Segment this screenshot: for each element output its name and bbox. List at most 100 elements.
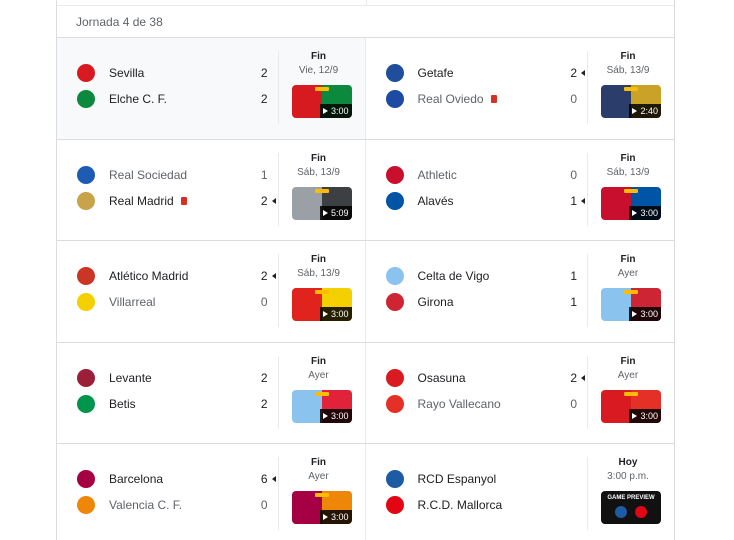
home-team[interactable]: RCD Espanyol <box>385 469 586 489</box>
match-card[interactable]: Celta de Vigo Girona 1 1 Fin Ayer 3:00 <box>366 241 675 342</box>
real-madrid-crest-icon <box>77 191 95 210</box>
status-label: Fin <box>620 152 636 164</box>
match-row: Real Sociedad Real Madrid 1 2 Fin Sáb, 1… <box>57 139 675 241</box>
video-thumbnail[interactable]: 3:00 <box>601 389 661 423</box>
score-divider <box>277 254 279 327</box>
match-status: Fin Sáb, 13/9 <box>590 51 666 77</box>
video-duration: 3:00 <box>319 408 352 423</box>
celta-crest-icon <box>385 267 404 285</box>
winner-indicator-icon <box>271 476 276 482</box>
away-team[interactable]: Villarreal <box>77 292 277 312</box>
away-team[interactable]: Rayo Vallecano <box>385 394 586 414</box>
match-card[interactable]: Sevilla Elche C. F. 2 2 Fin Vie, 12/9 3:… <box>57 38 366 139</box>
play-icon <box>322 514 328 520</box>
match-status: Fin Sáb, 13/9 <box>590 153 666 179</box>
match-date: Ayer <box>308 369 329 381</box>
match-date: Ayer <box>617 268 639 279</box>
highlights-tag <box>314 391 329 396</box>
score-divider <box>277 152 279 226</box>
home-team[interactable]: Atlético Madrid <box>77 266 277 286</box>
home-team[interactable]: Real Sociedad <box>77 165 277 185</box>
osasuna-crest-icon <box>385 368 404 387</box>
video-thumbnail[interactable]: GAME PREVIEW <box>601 491 661 524</box>
away-team-name: Valencia C. F. <box>109 498 183 512</box>
match-row: Atlético Madrid Villarreal 2 0 Fin Sáb, … <box>57 241 674 343</box>
away-team-name: Villarreal <box>109 295 156 309</box>
score-divider <box>587 152 588 226</box>
match-card[interactable]: Getafe Real Oviedo 2 0 Fin Sáb, 13/9 2:4… <box>366 38 675 139</box>
score-divider <box>277 51 279 124</box>
home-team[interactable]: Levante <box>77 368 277 388</box>
away-team[interactable]: Alavés <box>385 191 586 211</box>
highlights-tag <box>624 87 638 91</box>
atletico-crest-icon <box>77 267 95 285</box>
play-icon <box>632 209 638 216</box>
match-card[interactable]: Barcelona Valencia C. F. 6 0 Fin Ayer 3:… <box>57 444 366 540</box>
video-thumbnail[interactable]: 3:00 <box>291 288 352 321</box>
home-team-name: Barcelona <box>109 472 164 486</box>
home-team[interactable]: Barcelona <box>77 469 277 489</box>
away-score: 2 <box>260 193 268 208</box>
girona-crest-icon <box>385 293 404 311</box>
match-card[interactable]: Athletic Alavés 0 1 Fin Sáb, 13/9 3:00 <box>366 140 675 241</box>
video-duration: 5:09 <box>319 205 352 220</box>
video-duration: 3:00 <box>629 408 661 423</box>
getafe-crest-icon <box>385 64 404 82</box>
away-team[interactable]: Real Oviedo <box>385 89 586 109</box>
video-thumbnail[interactable]: 3:00 <box>291 85 352 118</box>
red-card-icon <box>490 95 497 103</box>
play-icon <box>322 311 328 317</box>
away-team[interactable]: Elche C. F. <box>77 89 277 109</box>
home-score: 6 <box>260 472 268 486</box>
away-score: 0 <box>260 295 268 309</box>
match-card[interactable]: Atlético Madrid Villarreal 2 0 Fin Sáb, … <box>57 241 366 342</box>
duration-label: 3:00 <box>330 106 349 116</box>
winner-indicator-icon <box>581 197 585 204</box>
away-team-name: R.C.D. Mallorca <box>417 498 503 512</box>
match-card[interactable]: RCD Espanyol R.C.D. Mallorca Hoy 3:00 p.… <box>366 444 675 540</box>
home-team-name: RCD Espanyol <box>417 472 497 486</box>
away-team[interactable]: R.C.D. Mallorca <box>385 495 586 515</box>
video-duration: 3:00 <box>319 307 352 321</box>
winner-indicator-icon <box>271 197 276 204</box>
video-thumbnail[interactable]: 5:09 <box>291 186 352 220</box>
home-team[interactable]: Sevilla <box>77 63 277 83</box>
status-label: Fin <box>620 355 636 367</box>
play-icon <box>632 108 638 114</box>
video-thumbnail[interactable]: 3:00 <box>601 186 661 220</box>
match-card[interactable]: Real Sociedad Real Madrid 1 2 Fin Sáb, 1… <box>57 139 366 240</box>
away-team[interactable]: Betis <box>77 394 277 414</box>
away-team[interactable]: Valencia C. F. <box>77 495 277 515</box>
duration-label: 3:00 <box>330 410 349 421</box>
video-duration: 3:00 <box>319 104 352 118</box>
away-team-name: Alavés <box>417 193 454 208</box>
video-thumbnail[interactable]: 3:00 <box>291 491 352 524</box>
oviedo-crest-icon <box>385 90 404 108</box>
home-team[interactable]: Getafe <box>385 63 586 83</box>
score-divider <box>587 51 588 124</box>
highlights-tag <box>624 188 638 193</box>
match-card[interactable]: Levante Betis 2 2 Fin Ayer 3:00 <box>57 342 366 443</box>
winner-indicator-icon <box>581 70 585 76</box>
match-card[interactable]: Osasuna Rayo Vallecano 2 0 Fin Ayer 3:00 <box>366 343 675 444</box>
round-header: Jornada 4 de 38 <box>57 6 674 38</box>
away-score: 1 <box>570 193 577 208</box>
highlights-tag <box>314 290 329 294</box>
video-thumbnail[interactable]: 2:40 <box>601 85 661 118</box>
home-team[interactable]: Celta de Vigo <box>385 266 586 286</box>
duration-label: 3:00 <box>640 410 658 421</box>
away-team[interactable]: Girona <box>385 292 586 312</box>
highlights-tag <box>314 493 329 497</box>
video-thumbnail[interactable]: 3:00 <box>291 389 352 423</box>
home-team[interactable]: Osasuna <box>385 368 586 388</box>
match-status: Fin Ayer <box>590 356 666 382</box>
video-thumbnail[interactable]: 3:00 <box>601 288 661 321</box>
away-team[interactable]: Real Madrid <box>77 191 277 211</box>
elche-crest-icon <box>77 90 95 108</box>
game-preview-label: GAME PREVIEW <box>607 495 655 501</box>
play-icon <box>632 311 638 317</box>
winner-indicator-icon <box>581 374 585 381</box>
home-team[interactable]: Athletic <box>385 165 586 185</box>
score-divider <box>277 457 279 530</box>
duration-label: 3:00 <box>330 309 349 319</box>
